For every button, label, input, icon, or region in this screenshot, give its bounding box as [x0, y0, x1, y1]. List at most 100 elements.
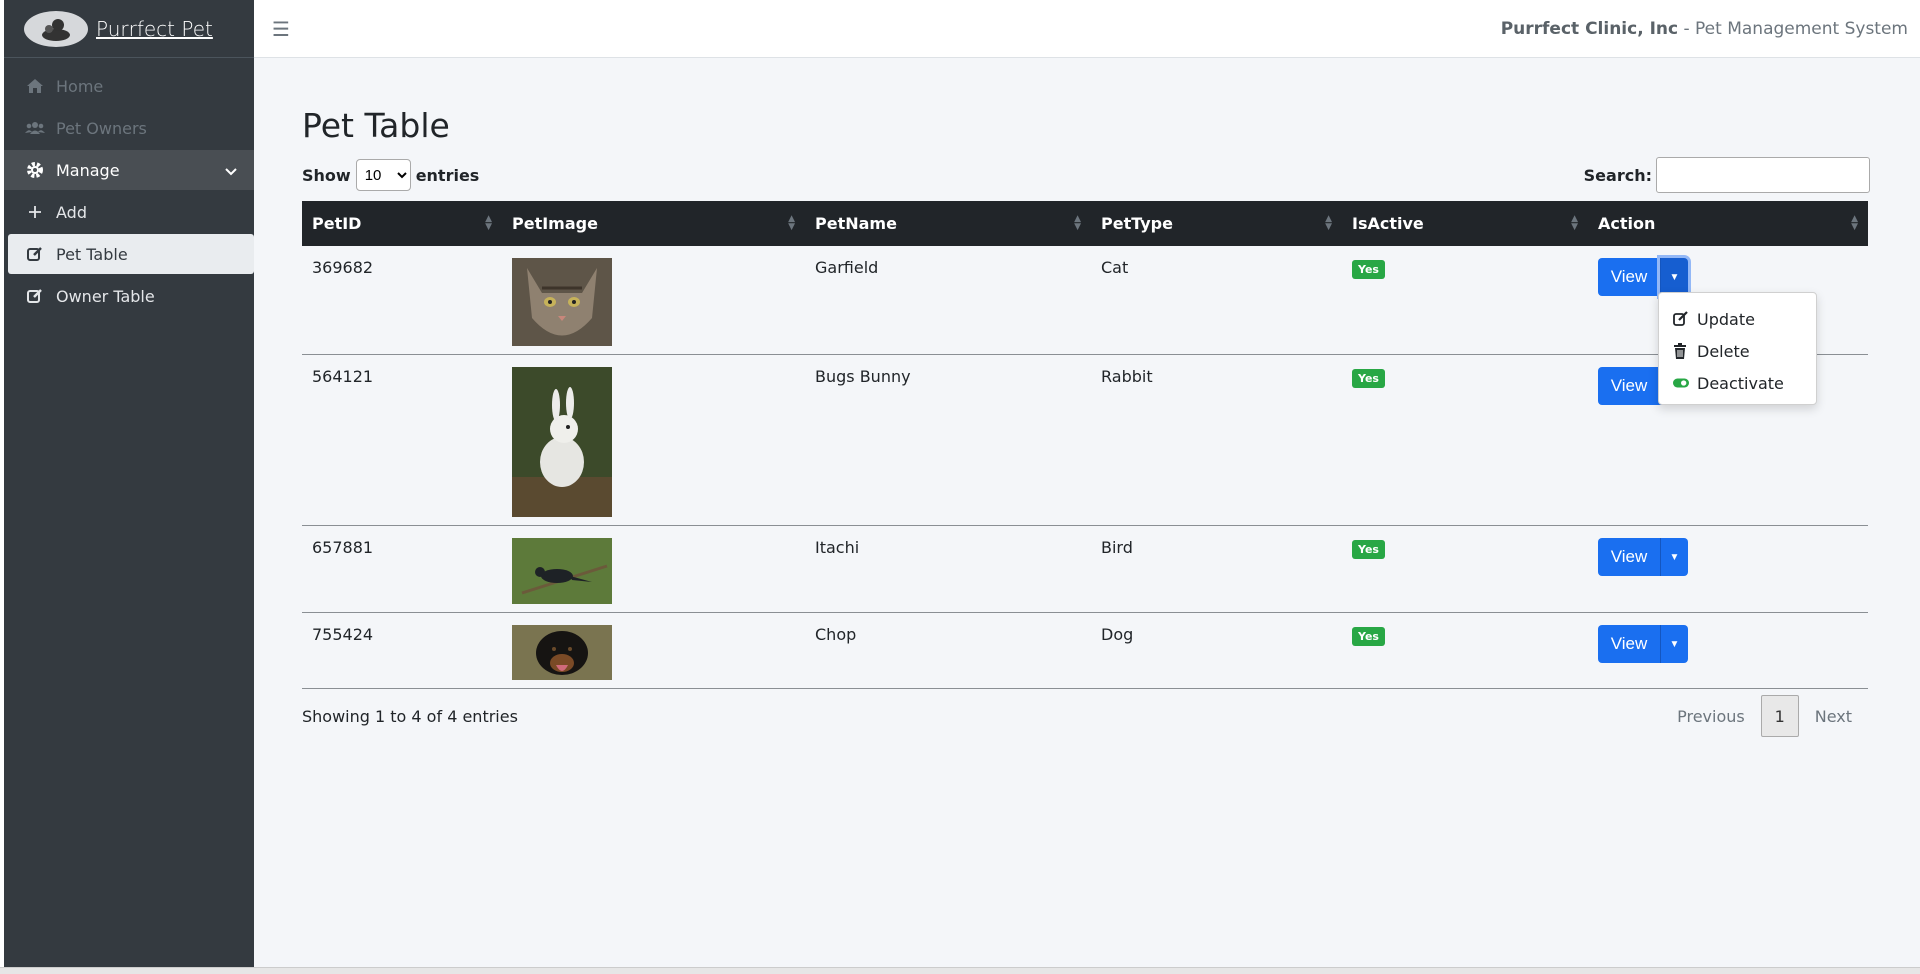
sidebar-item-label: Manage: [56, 160, 120, 180]
cat-image: [512, 258, 612, 346]
users-icon: [24, 117, 46, 139]
sidebar-item-pet-owners[interactable]: Pet Owners: [4, 108, 254, 148]
brand-logo: [24, 10, 88, 47]
status-badge: Yes: [1352, 260, 1385, 279]
gear-icon: [24, 159, 46, 181]
home-icon: [24, 75, 46, 97]
sort-icon: ▲ ▼: [1325, 214, 1332, 232]
table-controls: Show 10 entries Search:: [302, 157, 1870, 193]
status-badge: Yes: [1352, 627, 1385, 646]
menu-item-label: Deactivate: [1697, 373, 1784, 393]
column-header-petimage[interactable]: PetImage ▲ ▼: [502, 201, 805, 246]
pet-id: 369682: [302, 246, 502, 355]
page-title: Pet Table: [302, 106, 450, 145]
pet-name: Garfield: [805, 246, 1091, 355]
sidebar-item-add[interactable]: Add: [4, 192, 254, 232]
column-header-action[interactable]: Action ▲ ▼: [1588, 201, 1868, 246]
is-active-cell: Yes: [1342, 525, 1588, 613]
sidebar-item-label: Home: [56, 76, 104, 96]
pet-image-cell: [502, 246, 805, 355]
company-title: Purrfect Clinic, Inc - Pet Management Sy…: [1501, 19, 1908, 39]
rabbit-image: [512, 367, 612, 517]
action-dropdown-toggle[interactable]: ▼: [1660, 258, 1688, 296]
sort-icon: ▲ ▼: [1074, 214, 1081, 232]
brand[interactable]: Purrfect Pet: [4, 0, 254, 58]
sidebar-item-owner-table[interactable]: Owner Table: [4, 276, 254, 316]
table-footer: Showing 1 to 4 of 4 entries Previous 1 N…: [302, 695, 1868, 737]
hamburger-menu-icon[interactable]: ☰: [272, 17, 290, 41]
menu-item-label: Update: [1697, 309, 1755, 329]
action-button-group: View ▼: [1598, 625, 1688, 663]
column-header-petid[interactable]: PetID ▲ ▼: [302, 201, 502, 246]
action-dropdown-menu: Update Delete Deactivate: [1658, 292, 1817, 405]
column-header-pettype[interactable]: PetType ▲ ▼: [1091, 201, 1342, 246]
pet-id: 657881: [302, 525, 502, 613]
view-button[interactable]: View: [1598, 367, 1660, 405]
menu-item-label: Delete: [1697, 341, 1750, 361]
entries-length: Show 10 entries: [302, 159, 479, 191]
search-input[interactable]: [1656, 157, 1870, 193]
column-header-isactive[interactable]: IsActive ▲ ▼: [1342, 201, 1588, 246]
entries-label: entries: [415, 165, 480, 185]
plus-icon: [24, 201, 46, 223]
sidebar-item-label: Add: [56, 202, 87, 222]
sidebar-item-label: Pet Table: [56, 244, 128, 264]
view-button[interactable]: View: [1598, 258, 1660, 296]
pet-image-cell: [502, 612, 805, 689]
system-name: - Pet Management System: [1678, 18, 1908, 39]
deactivate-menu-item[interactable]: Deactivate: [1659, 367, 1816, 399]
delete-menu-item[interactable]: Delete: [1659, 335, 1816, 367]
brand-name[interactable]: Purrfect Pet: [96, 17, 213, 41]
pet-type: Rabbit: [1091, 354, 1342, 526]
view-button[interactable]: View: [1598, 625, 1660, 663]
update-menu-item[interactable]: Update: [1659, 303, 1816, 335]
pet-image-cell: [502, 525, 805, 613]
top-navbar: ☰ Purrfect Clinic, Inc - Pet Management …: [254, 0, 1920, 58]
sidebar-item-manage[interactable]: Manage: [4, 150, 254, 190]
edit-icon: [24, 285, 46, 307]
edit-icon: [24, 243, 46, 265]
search-group: Search:: [1584, 157, 1870, 193]
sidebar-item-pet-table[interactable]: Pet Table: [8, 234, 254, 274]
page-button-current[interactable]: 1: [1760, 695, 1799, 737]
column-header-petname[interactable]: PetName ▲ ▼: [805, 201, 1091, 246]
action-dropdown-toggle[interactable]: ▼: [1660, 538, 1688, 576]
pet-id: 755424: [302, 612, 502, 689]
pet-name: Itachi: [805, 525, 1091, 613]
sidebar-item-label: Pet Owners: [56, 118, 147, 138]
sort-icon: ▲ ▼: [485, 214, 492, 232]
sidebar-item-label: Owner Table: [56, 286, 155, 306]
dog-image: [512, 625, 612, 680]
entries-select[interactable]: 10: [355, 159, 411, 191]
table-info: Showing 1 to 4 of 4 entries: [302, 706, 518, 726]
next-button[interactable]: Next: [1799, 707, 1868, 726]
main-area: ☰ Purrfect Clinic, Inc - Pet Management …: [254, 0, 1920, 967]
pet-name: Chop: [805, 612, 1091, 689]
sidebar-item-home[interactable]: Home: [4, 66, 254, 106]
sidebar: Purrfect Pet Home Pet Owners Manage Add: [4, 0, 254, 967]
company-name: Purrfect Clinic, Inc: [1500, 18, 1679, 39]
is-active-cell: Yes: [1342, 246, 1588, 355]
toggle-on-icon: [1673, 377, 1689, 389]
sort-icon: ▲ ▼: [1571, 214, 1578, 232]
action-button-group: View ▼: [1598, 258, 1688, 296]
status-badge: Yes: [1352, 369, 1385, 388]
status-badge: Yes: [1352, 540, 1385, 559]
trash-icon: [1673, 343, 1689, 359]
pet-id: 564121: [302, 354, 502, 526]
table-header-row: PetID ▲ ▼ PetImage ▲ ▼ PetName ▲ ▼ PetType ▲ ▼ I…: [302, 201, 1868, 246]
table-row: 755424 Chop Dog Yes View ▼: [302, 612, 1868, 689]
sidebar-nav: Home Pet Owners Manage Add Pet Table Own…: [4, 58, 254, 316]
bird-image: [512, 538, 612, 604]
action-button-group: View ▼: [1598, 538, 1688, 576]
show-label: Show: [302, 165, 351, 185]
previous-button[interactable]: Previous: [1661, 707, 1761, 726]
table-row: 369682 Garfield Cat Yes View ▼: [302, 246, 1868, 355]
pet-type: Dog: [1091, 612, 1342, 689]
view-button[interactable]: View: [1598, 538, 1660, 576]
pet-name: Bugs Bunny: [805, 354, 1091, 526]
pet-image-cell: [502, 354, 805, 526]
table-row: 564121 Bugs Bunny Rabbit Yes View ▼: [302, 354, 1868, 526]
edit-icon: [1673, 311, 1689, 327]
action-dropdown-toggle[interactable]: ▼: [1660, 625, 1688, 663]
